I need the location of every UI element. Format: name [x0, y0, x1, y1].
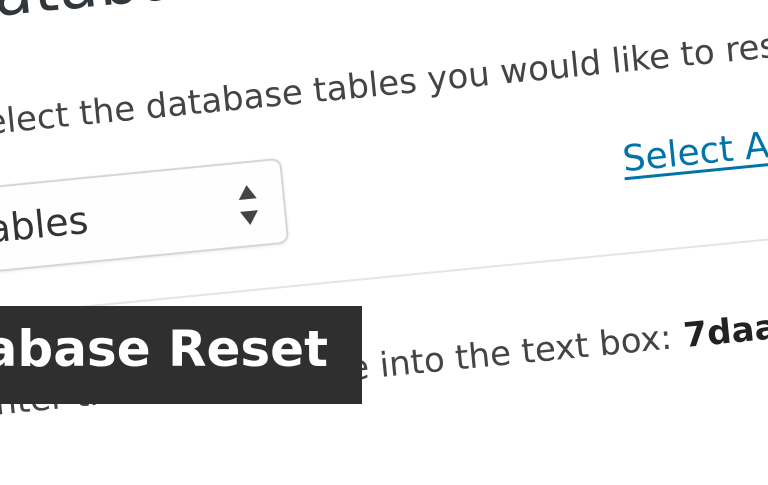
page-content: Database Reset Select the database table…: [0, 0, 768, 478]
page-title: Database Reset: [0, 0, 457, 37]
select-all-link[interactable]: Select All: [621, 123, 768, 180]
sort-arrows-icon: [238, 185, 258, 225]
tables-select-value: Tables: [0, 197, 91, 254]
title-banner: Database Reset: [0, 306, 362, 404]
banner-title: Database Reset: [0, 320, 328, 378]
tables-select[interactable]: Tables: [0, 157, 290, 283]
security-code: 7daa: [681, 307, 768, 357]
instructions-text: Select the database tables you would lik…: [0, 22, 768, 146]
